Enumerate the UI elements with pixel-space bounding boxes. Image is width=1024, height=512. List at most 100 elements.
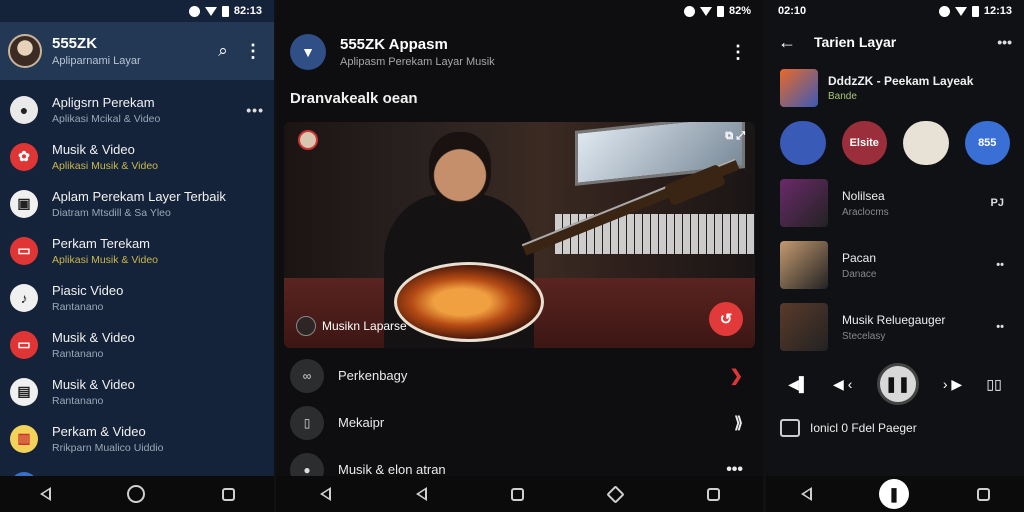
recents-icon[interactable] (222, 487, 236, 501)
now-playing[interactable]: DddzZK - Peekam Layeak Bande (766, 62, 1024, 114)
list-item[interactable]: ▭ Musik & Video Rantanano (0, 321, 274, 368)
app-icon: ▥ (10, 424, 38, 453)
option-list: ∞ Perkenbagy ❯ ▯ Mekaipr ⟫ ● Musik & elon atran… (276, 352, 763, 493)
option-row[interactable]: ▯ Mekaipr ⟫ (276, 399, 763, 446)
section-heading: Dranvakealk oean (290, 90, 418, 107)
list-item[interactable]: ▣ Aplam Perekam Layer Terbaik Diatram Mtsd… (0, 180, 274, 227)
track-action[interactable]: •• (996, 259, 1004, 271)
queue-icon[interactable]: ▯▯ (986, 376, 1001, 393)
app-icon: ▭ (10, 236, 38, 265)
track-row[interactable]: Pacan Danace •• (766, 234, 1024, 296)
category-chip[interactable] (903, 121, 949, 165)
volume-icon[interactable]: ◀▌ (788, 376, 809, 393)
battery-icon (971, 5, 979, 17)
list-item-title: Apligsrn Perekam (52, 94, 155, 110)
home-icon[interactable] (126, 485, 145, 503)
track-thumbnail (780, 179, 828, 227)
track-row[interactable]: Musik Reluegauger Stecelasy •• (766, 296, 1024, 358)
list-item-subtitle: Rantanano (52, 394, 104, 407)
chevron-right-icon[interactable]: ❯ (730, 366, 743, 386)
nav-bar (276, 476, 763, 512)
search-icon[interactable]: ⌕ (212, 41, 234, 61)
track-row[interactable]: Nolilsea Araclocms PJ (766, 172, 1024, 234)
battery-icon (716, 5, 724, 17)
assist-icon[interactable] (606, 484, 625, 504)
notification-icon (938, 5, 950, 17)
wifi-icon (204, 6, 217, 16)
previous-icon[interactable]: ◀ ‹ (833, 376, 852, 393)
wifi-icon (699, 6, 712, 16)
video-tag[interactable]: Musikn Laparse (296, 316, 407, 336)
category-chip[interactable]: Elsite (841, 121, 887, 165)
notification-icon (188, 5, 200, 17)
list-item-title: Musik & Video (52, 329, 135, 345)
app-header: 555ZK Apliparnami Layar ⌕ ⋮ (0, 22, 274, 80)
list-item-subtitle: Rantanano (52, 347, 104, 360)
status-bar: 02:10 12:13 (766, 0, 1024, 22)
record-button[interactable]: ↺ (709, 302, 743, 336)
mini-player-label: Ionicl 0 Fdel Paeger (810, 421, 917, 435)
track-action[interactable]: PJ (991, 197, 1004, 209)
list-item[interactable]: ▭ Perkam Terekam Aplikasi Musik & Video (0, 227, 274, 274)
overview-icon[interactable] (707, 487, 721, 501)
back-icon[interactable] (800, 487, 812, 501)
option-label: Mekaipr (338, 415, 385, 430)
track-title: Musik Reluegauger (842, 312, 946, 327)
overflow-menu-icon[interactable]: ⋮ (244, 42, 262, 60)
pause-fab[interactable]: ❚ (879, 479, 909, 509)
notification-icon (683, 5, 695, 17)
track-sub: Stecelasy (842, 330, 886, 342)
video-controls-top[interactable]: ⧉ ⤢ (725, 130, 745, 143)
app-header: ▼ 555ZK Appasm Aplipasm Perekam Layar Mu… (276, 22, 763, 82)
app-icon: ✿ (10, 142, 38, 171)
status-bar: 82:13 (0, 0, 274, 22)
more-icon[interactable]: ••• (246, 102, 264, 118)
option-label: Musik & elon atran (338, 462, 446, 477)
recents-icon[interactable] (510, 487, 524, 501)
list-item[interactable]: ▥ Perkam & Video Rrikparn Mualico Uiddio (0, 415, 274, 462)
mini-player[interactable]: Ionicl 0 Fdel Paeger (766, 410, 1024, 446)
next-icon[interactable]: › ▶ (943, 376, 962, 393)
list-item-title: Perkam Terekam (52, 235, 151, 251)
more-icon[interactable]: ••• (997, 34, 1012, 50)
back-icon[interactable] (39, 487, 51, 501)
track-title: Pacan (842, 250, 877, 265)
app-title: 555ZK (52, 35, 98, 52)
app-title: 555ZK Appasm (340, 36, 448, 53)
list-item[interactable]: ● Apligsrn Perekam Aplikasi Mcikal & Video… (0, 86, 274, 133)
overflow-menu-icon[interactable]: ⋮ (729, 43, 747, 61)
player-controls: ◀▌ ◀ ‹ ❚❚ › ▶ ▯▯ (766, 358, 1024, 410)
status-time: 02:10 (778, 5, 807, 17)
list-item[interactable]: ✿ Musik & Video Aplikasi Musik & Video (0, 133, 274, 180)
category-chip[interactable] (780, 121, 826, 165)
track-sub: Araclocms (842, 206, 889, 218)
back-icon[interactable] (319, 487, 331, 501)
app-list: ● Apligsrn Perekam Aplikasi Mcikal & Video… (0, 80, 274, 509)
status-time: 82:13 (233, 5, 262, 17)
record-icon: ↺ (719, 311, 733, 328)
list-item-subtitle: Aplikasi Mcikal & Video (52, 112, 161, 125)
avatar[interactable] (8, 34, 42, 68)
channel-avatar[interactable] (298, 130, 318, 150)
category-chip[interactable]: 855 (964, 121, 1010, 165)
pause-button[interactable]: ❚❚ (876, 363, 919, 405)
app-subtitle: Aplipasm Perekam Layar Musik (340, 56, 495, 68)
back-arrow-icon[interactable]: ← (778, 32, 796, 53)
list-item-title: Musik & Video (52, 141, 135, 157)
video-player[interactable]: ⧉ ⤢ Musikn Laparse ↺ (284, 122, 755, 348)
list-item-title: Aplam Perekam Layer Terbaik (52, 188, 226, 204)
recents-icon[interactable] (977, 487, 990, 501)
list-item-subtitle: Rantanano (52, 300, 104, 313)
app-icon: ▭ (10, 330, 38, 359)
option-row[interactable]: ∞ Perkenbagy ❯ (276, 352, 763, 399)
list-item-title: Musik & Video (52, 376, 135, 392)
collapse-button[interactable]: ▼ (290, 34, 326, 70)
track-thumbnail (780, 241, 828, 289)
track-action[interactable]: •• (996, 321, 1004, 333)
tag-icon (296, 316, 316, 336)
list-item[interactable]: ♪ Piasic Video Rantanano (0, 274, 274, 321)
app-icon: ▣ (10, 189, 38, 218)
chevron-right-icon[interactable]: ⟫ (734, 413, 743, 433)
list-item[interactable]: ▤ Musik & Video Rantanano (0, 368, 274, 415)
back-icon-secondary[interactable] (415, 487, 427, 501)
